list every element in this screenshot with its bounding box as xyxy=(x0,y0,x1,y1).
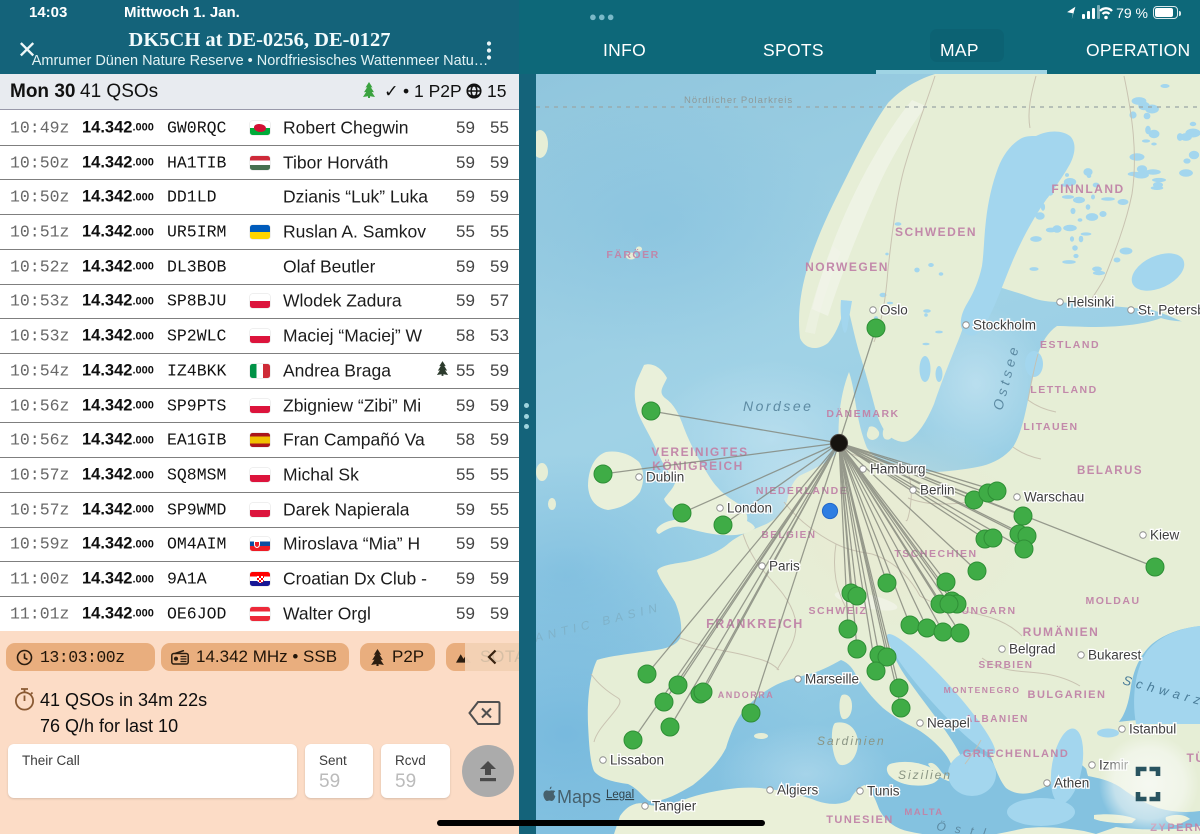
svg-text:Oslo: Oslo xyxy=(880,303,908,318)
svg-text:Lissabon: Lissabon xyxy=(610,753,664,768)
svg-text:Sardinien: Sardinien xyxy=(817,734,886,748)
svg-text:Hamburg: Hamburg xyxy=(870,462,926,477)
svg-text:Stockholm: Stockholm xyxy=(973,318,1036,333)
svg-text:Berlin: Berlin xyxy=(920,483,955,498)
svg-text:London: London xyxy=(727,501,772,516)
svg-text:Warschau: Warschau xyxy=(1024,490,1084,505)
svg-text:Maps: Maps xyxy=(557,787,601,807)
svg-text:Tunis: Tunis xyxy=(867,784,900,799)
svg-text:SCHWEIZ: SCHWEIZ xyxy=(809,605,868,617)
svg-text:FRANKREICH: FRANKREICH xyxy=(706,617,804,631)
svg-text:ESTLAND: ESTLAND xyxy=(1040,339,1100,351)
svg-text:Nördlicher Polarkreis: Nördlicher Polarkreis xyxy=(684,95,793,106)
svg-text:MONTENEGRO: MONTENEGRO xyxy=(944,685,1021,695)
svg-text:ANDORRA: ANDORRA xyxy=(718,690,775,700)
svg-text:SCHWEDEN: SCHWEDEN xyxy=(895,225,977,239)
svg-text:Belgrad: Belgrad xyxy=(1009,642,1056,657)
svg-text:Kiew: Kiew xyxy=(1150,528,1180,543)
svg-text:St. Petersb: St. Petersb xyxy=(1138,303,1200,318)
svg-text:Dublin: Dublin xyxy=(646,470,684,485)
svg-text:GRIECHENLAND: GRIECHENLAND xyxy=(963,748,1070,760)
svg-text:Paris: Paris xyxy=(769,559,800,574)
svg-text:MOLDAU: MOLDAU xyxy=(1085,595,1140,607)
svg-text:Nordsee: Nordsee xyxy=(743,398,813,414)
svg-text:BELARUS: BELARUS xyxy=(1077,465,1143,477)
svg-text:MALTA: MALTA xyxy=(904,807,943,818)
svg-text:DÄNEMARK: DÄNEMARK xyxy=(826,407,899,420)
svg-text:BULGARIEN: BULGARIEN xyxy=(1028,689,1107,701)
svg-text:RUMÄNIEN: RUMÄNIEN xyxy=(1023,624,1100,639)
svg-text:Algiers: Algiers xyxy=(777,783,819,798)
svg-text:Tangier: Tangier xyxy=(652,799,697,814)
svg-text:Legal: Legal xyxy=(606,789,634,801)
svg-text:Helsinki: Helsinki xyxy=(1067,295,1114,310)
svg-text:Sizilien: Sizilien xyxy=(898,768,952,782)
svg-text:Athen: Athen xyxy=(1054,776,1089,791)
svg-text:ALBANIEN: ALBANIEN xyxy=(965,714,1029,725)
svg-text:NORWEGEN: NORWEGEN xyxy=(805,260,889,274)
svg-text:UNGARN: UNGARN xyxy=(961,605,1016,617)
svg-text:Bukarest: Bukarest xyxy=(1088,648,1142,663)
svg-text:SERBIEN: SERBIEN xyxy=(979,660,1034,671)
svg-text:FÄRÖER: FÄRÖER xyxy=(606,248,659,261)
svg-text:Neapel: Neapel xyxy=(927,716,970,731)
svg-text:LETTLAND: LETTLAND xyxy=(1030,384,1097,396)
svg-text:FINNLAND: FINNLAND xyxy=(1051,182,1124,196)
svg-text:TUNESIEN: TUNESIEN xyxy=(826,814,894,826)
svg-text:Marseille: Marseille xyxy=(805,672,859,687)
svg-text:LITAUEN: LITAUEN xyxy=(1023,421,1078,433)
